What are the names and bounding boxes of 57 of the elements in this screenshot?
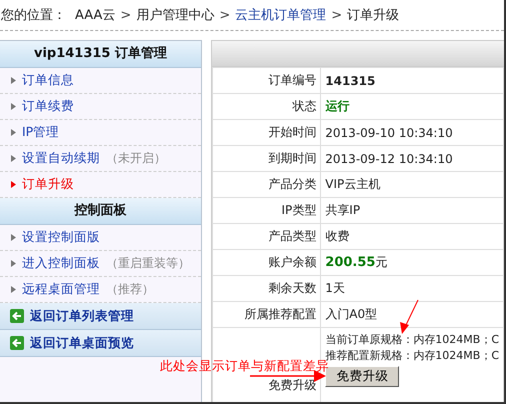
field-label: 账户余额	[212, 250, 321, 276]
breadcrumb-separator: >	[219, 8, 230, 22]
bullet-icon	[11, 234, 16, 241]
sidebar-link[interactable]: 设置控制面版	[22, 229, 100, 246]
breadcrumb-item: 订单升级	[347, 7, 400, 24]
sidebar-link[interactable]: 订单升级	[22, 176, 74, 193]
field-label: 开始时间	[212, 120, 321, 146]
field-value: 2013-09-10 10:34:10	[325, 126, 453, 140]
breadcrumb-label: 您的位置：	[1, 7, 66, 24]
breadcrumb-item: 用户管理中心	[136, 7, 214, 24]
field-label: IP类型	[212, 198, 321, 224]
breadcrumb-item: AAA云	[75, 7, 116, 24]
breadcrumb-separator: >	[120, 8, 132, 22]
breadcrumb-separator: >	[331, 8, 342, 22]
field-label: 剩余天数	[212, 276, 321, 302]
bullet-icon	[11, 77, 16, 84]
field-label: 产品分类	[212, 172, 321, 198]
field-label: 订单编号	[212, 68, 321, 94]
bullet-icon	[11, 286, 16, 293]
sidebar-heading: vip141315 订单管理	[0, 41, 201, 68]
bullet-icon	[11, 129, 16, 136]
status-value: 运行	[325, 99, 350, 113]
upgrade-button[interactable]: 免费升级	[325, 366, 400, 387]
field-label: 到期时间	[212, 146, 321, 172]
breadcrumb-link[interactable]: 云主机订单管理	[235, 6, 326, 24]
spec-text: 当前订单原规格：内存1024MB；C	[325, 332, 499, 348]
sidebar-link[interactable]: 进入控制面板	[22, 255, 100, 272]
field-value: 1天	[325, 281, 345, 295]
currency-unit: 元	[375, 255, 388, 269]
bullet-icon	[11, 260, 16, 267]
field-value: 2013-09-12 10:34:10	[325, 152, 453, 166]
bullet-icon	[11, 103, 16, 110]
field-value: 收费	[325, 229, 350, 243]
balance-value: 200.55	[325, 255, 376, 270]
status-note: （未开启）	[106, 150, 166, 167]
field-label: 产品类型	[212, 224, 321, 250]
back-link[interactable]: 返回订单桌面预览	[0, 330, 201, 357]
field-value: VIP云主机	[325, 177, 380, 191]
bullet-icon	[11, 181, 16, 188]
field-value: 共享IP	[325, 203, 360, 217]
back-arrow-icon	[10, 336, 24, 350]
back-arrow-icon	[10, 309, 24, 323]
field-value: 141315	[325, 74, 376, 88]
sidebar-heading: 控制面板	[0, 198, 201, 225]
field-value: 入门A0型	[325, 307, 378, 321]
status-note: （重启重装等）	[106, 255, 190, 272]
field-label: 状态	[212, 94, 321, 120]
sidebar-link[interactable]: 订单续费	[22, 98, 74, 115]
annotation-arrow	[400, 300, 418, 334]
sidebar-link[interactable]: IP管理	[22, 124, 60, 141]
field-label: 所属推荐配置	[212, 302, 321, 328]
sidebar-link[interactable]: 远程桌面管理	[22, 281, 100, 298]
back-link[interactable]: 返回订单列表管理	[0, 303, 201, 330]
bullet-icon	[11, 155, 16, 162]
sidebar-link[interactable]: 订单信息	[22, 72, 74, 89]
sidebar-link[interactable]: 设置自动续期	[22, 150, 100, 167]
status-note: （推荐）	[106, 281, 154, 298]
